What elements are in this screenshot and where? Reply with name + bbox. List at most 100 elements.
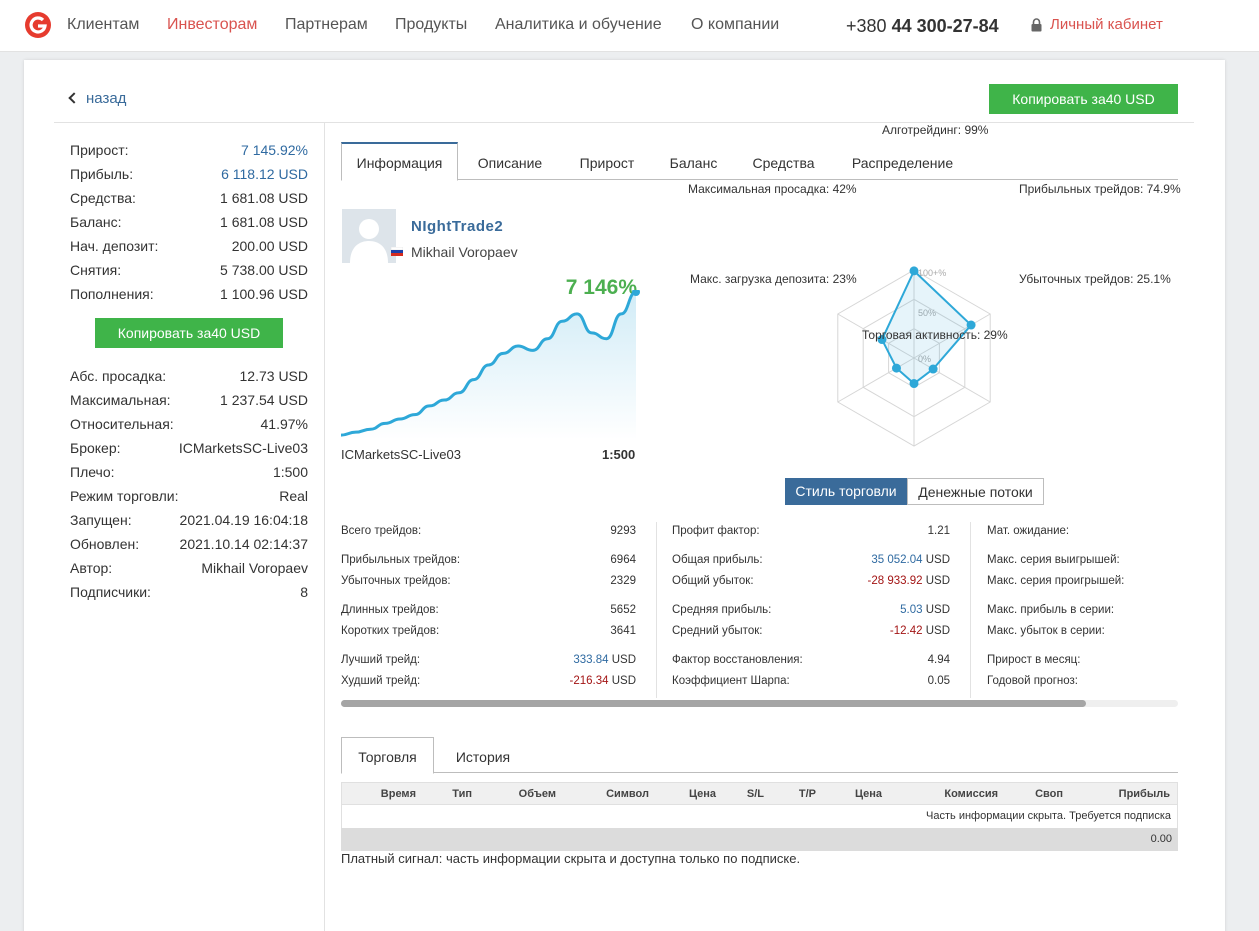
metric-value: 6964 (610, 551, 636, 569)
stat-value: ICMarketsSC-Live03 (178, 440, 308, 456)
column-header-price[interactable]: Цена (689, 783, 716, 806)
stat-value: 12.73 USD (239, 368, 308, 384)
phone-number[interactable]: +380 44 300-27-84 (846, 16, 999, 37)
horizontal-scrollbar[interactable] (341, 700, 1178, 707)
column-header-time[interactable]: Время (381, 783, 416, 806)
metric-number: 35 052.04 (871, 554, 923, 566)
metric-row: Профит фактор: 1.21 (672, 522, 950, 540)
column-header-tp[interactable]: T/P (799, 783, 816, 806)
metric-row: Макс. прибыль в серии: (987, 601, 1178, 619)
column-header-volume[interactable]: Объем (519, 783, 556, 806)
signal-name[interactable]: NIghtTrade2 (411, 218, 503, 235)
metrics-column: Мат. ожидание: Макс. серия выигрышей: Макс… (987, 522, 1178, 700)
personal-cabinet-link[interactable]: Личный кабинет (1050, 16, 1163, 33)
growth-chart (341, 290, 640, 440)
column-header-sl[interactable]: S/L (747, 783, 764, 806)
stat-value: 200.00 USD (231, 238, 308, 254)
top-navbar: Клиентам Инвесторам Партнерам Продукты Анали… (0, 0, 1259, 52)
metric-unit: USD (925, 625, 950, 637)
stat-row: Подписчики: 8 (70, 582, 308, 602)
metric-value: 3641 (610, 622, 636, 640)
nav-item-analytics[interactable]: Аналитика и обучение (495, 16, 662, 34)
metric-number: 0.05 (927, 675, 950, 687)
column-header-swap[interactable]: Своп (1035, 783, 1063, 806)
column-header-type[interactable]: Тип (452, 783, 472, 806)
metric-value: 2329 (610, 572, 636, 590)
metric-label: Коэффициент Шарпа: (672, 675, 790, 687)
tab-growth[interactable]: Прирост (562, 142, 652, 180)
metric-row: Средний убыток: -12.42 USD (672, 622, 950, 640)
metric-row: Длинных трейдов: 5652 (341, 601, 636, 619)
tab-history[interactable]: История (434, 737, 532, 773)
metric-value: 9293 (610, 522, 636, 540)
stat-row: Прирост: 7 145.92% (70, 140, 308, 160)
radar-point (909, 266, 919, 276)
author-name[interactable]: Mikhail Voropaev (411, 244, 518, 260)
stat-label: Пополнения: (70, 286, 154, 302)
nav-item-investors[interactable]: Инвесторам (167, 16, 257, 34)
column-header-price-close[interactable]: Цена (855, 783, 882, 806)
nav-item-partners[interactable]: Партнерам (285, 16, 368, 34)
radar-label-loss-trades: Убыточных трейдов: 25.1% (1019, 272, 1171, 286)
metric-unit: USD (925, 554, 950, 566)
tab-distribution[interactable]: Распределение (832, 142, 973, 180)
metric-number: 1.21 (927, 525, 950, 537)
metric-number: 5.03 (900, 604, 923, 616)
metric-label: Убыточных трейдов: (341, 575, 451, 587)
stat-label: Прирост: (70, 142, 129, 158)
metric-label: Коротких трейдов: (341, 625, 440, 637)
copy-signal-button-left[interactable]: Копировать за40 USD (95, 318, 283, 348)
metric-row: Прибыльных трейдов: 6964 (341, 551, 636, 569)
radar-label-algo: Алготрейдинг: 99% (882, 123, 989, 137)
nav-item-products[interactable]: Продукты (395, 16, 467, 34)
stat-label: Относительная: (70, 416, 174, 432)
tab-equity[interactable]: Средства (735, 142, 832, 180)
column-header-profit[interactable]: Прибыль (1119, 783, 1170, 806)
brand-logo-icon[interactable] (24, 11, 52, 39)
broker-server: ICMarketsSC-Live03 (341, 447, 461, 462)
metric-value: -216.34 USD (570, 672, 637, 690)
stat-value: 5 738.00 USD (220, 262, 308, 278)
stat-label: Нач. депозит: (70, 238, 159, 254)
tab-cash-flows[interactable]: Денежные потоки (907, 478, 1044, 505)
stat-row: Снятия: 5 738.00 USD (70, 260, 308, 280)
nav-item-about[interactable]: О компании (691, 16, 779, 34)
leverage: 1:500 (602, 447, 636, 462)
metric-value: 4.94 (928, 651, 950, 669)
stat-label: Режим торговли: (70, 488, 179, 504)
tab-information[interactable]: Информация (341, 142, 458, 181)
metric-number: -28 933.92 (867, 575, 923, 587)
metric-label: Макс. прибыль в серии: (987, 604, 1115, 616)
stat-label: Плечо: (70, 464, 115, 480)
metric-value: 0.05 (928, 672, 950, 690)
metric-row: Мат. ожидание: (987, 522, 1178, 540)
metric-number: -12.42 (889, 625, 923, 637)
scrollbar-thumb[interactable] (341, 700, 1086, 707)
stat-row: Относительная: 41.97% (70, 414, 308, 434)
nav-item-clients[interactable]: Клиентам (67, 16, 139, 34)
trading-style-radar: 100+%50%0% Алготрейдинг: 99% Прибыльных т… (654, 123, 1181, 458)
info-tabs: Информация Описание Прирост Баланс Средства Р… (341, 142, 1178, 181)
stat-value: 2021.10.14 02:14:37 (179, 536, 308, 552)
copy-signal-button-top[interactable]: Копировать за40 USD (989, 84, 1178, 114)
column-header-commission[interactable]: Комиссия (944, 783, 998, 806)
metric-value: 333.84 USD (573, 651, 636, 669)
metric-label: Макс. серия проигрышей: (987, 575, 1125, 587)
stat-label: Подписчики: (70, 584, 151, 600)
stat-value: 41.97% (260, 416, 308, 432)
radar-label-max-drawdown: Максимальная просадка: 42% (688, 182, 857, 196)
stat-value: 1 681.08 USD (220, 214, 308, 230)
stat-row: Запущен: 2021.04.19 16:04:18 (70, 510, 308, 530)
stat-row: Нач. депозит: 200.00 USD (70, 236, 308, 256)
back-link[interactable]: назад (68, 90, 126, 107)
tab-description[interactable]: Описание (458, 142, 562, 180)
stat-row: Брокер: ICMarketsSC-Live03 (70, 438, 308, 458)
tab-trading[interactable]: Торговля (341, 737, 434, 774)
tab-balance[interactable]: Баланс (652, 142, 735, 180)
column-header-symbol[interactable]: Символ (606, 783, 649, 806)
tab-trading-style[interactable]: Стиль торговли (785, 478, 907, 505)
stat-value: 1 100.96 USD (220, 286, 308, 302)
metric-label: Фактор восстановления: (672, 654, 803, 666)
metric-number: 333.84 (573, 654, 609, 666)
metric-number: 3641 (610, 625, 636, 637)
